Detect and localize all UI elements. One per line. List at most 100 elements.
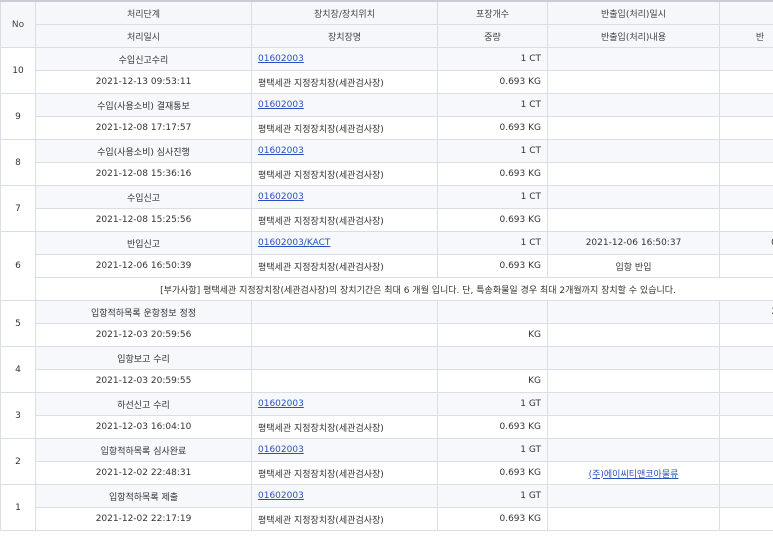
row-number: 5 xyxy=(0,300,36,347)
warehouse-code-link[interactable]: 01602003 xyxy=(258,192,304,202)
table-row: 2021-12-02 22:17:19 평택세관 지정장치장(세관검사장) 0.69… xyxy=(1,507,773,531)
note-row: [부가사항] 평택세관 지정장치장(세관검사장)의 장치기간은 최대 6 개월 … xyxy=(1,277,773,301)
weight: 0.693 KG xyxy=(437,254,548,278)
package-count: 1 GT xyxy=(437,484,548,508)
table-body: 10수입신고수리016020031 CT422021-12-13 09:53:1… xyxy=(0,47,773,531)
inout-time xyxy=(547,438,720,462)
process-stage: 수입(사용소비) 결재통보 xyxy=(35,93,252,117)
warehouse-code-cell: 01602003 xyxy=(251,139,438,163)
inout-desc-cell xyxy=(547,208,720,232)
inout-time xyxy=(547,484,720,508)
table-row: 2021-12-02 22:48:31 평택세관 지정장치장(세관검사장) 0.69… xyxy=(1,461,773,485)
table-row: 7수입신고 01602003 1 CT 42 xyxy=(0,185,773,232)
inout-desc-cell: (주)에이씨티앤코아물류 xyxy=(547,461,720,485)
row-number: 2 xyxy=(0,438,36,485)
warehouse-code-link[interactable]: 01602003/KACT xyxy=(258,238,330,248)
inout-desc-cell: 입항 반입 xyxy=(547,254,720,278)
table-row: 3하선신고 수리 01602003 1 GT 2 xyxy=(0,392,773,439)
row-number: 9 xyxy=(0,93,36,140)
header-warehouse-name: 장치장명 xyxy=(251,24,438,48)
process-datetime: 2021-12-08 15:36:16 xyxy=(35,162,252,186)
process-datetime: 2021-12-03 20:59:56 xyxy=(35,323,252,347)
table-row: 8수입(사용소비) 심사진행 01602003 1 CT 42 xyxy=(0,139,773,186)
header-warehouse-location: 장치장/장치위치 xyxy=(251,0,438,25)
inout-desc-cell xyxy=(547,507,720,531)
process-datetime: 2021-12-03 20:59:55 xyxy=(35,369,252,393)
inout-time xyxy=(547,185,720,209)
warehouse-code-cell xyxy=(251,300,438,324)
extra-cell: 42 xyxy=(719,185,773,209)
header-package-count: 포장개수 xyxy=(437,0,548,25)
inout-time xyxy=(547,300,720,324)
extra-cell xyxy=(719,484,773,508)
package-count xyxy=(437,346,548,370)
extra2-cell xyxy=(719,369,773,393)
table-row: 2021-12-08 17:17:57 평택세관 지정장치장(세관검사장) 0.69… xyxy=(1,116,773,140)
package-count: 1 CT xyxy=(437,185,548,209)
process-stage: 입항적하목록 제출 xyxy=(35,484,252,508)
extra2-cell xyxy=(719,323,773,347)
warehouse-code-link[interactable]: 01602003 xyxy=(258,54,304,64)
warehouse-code-link[interactable]: 01602003 xyxy=(258,146,304,156)
row-number: 3 xyxy=(0,392,36,439)
package-count: 1 CT xyxy=(437,47,548,71)
extra-cell: 0160 xyxy=(719,231,773,255)
inout-desc-cell xyxy=(547,323,720,347)
inout-time: 2021-12-06 16:50:37 xyxy=(547,231,720,255)
weight: 0.693 KG xyxy=(437,116,548,140)
inout-time xyxy=(547,47,720,71)
extra-cell: 42 xyxy=(719,139,773,163)
package-count: 1 CT xyxy=(437,93,548,117)
table-header: No 처리단계 장치장/장치위치 포장개수 반출입(처리)일시 처리일시 장치장… xyxy=(0,0,773,48)
extra2-cell xyxy=(719,116,773,140)
row-number: 7 xyxy=(0,185,36,232)
warehouse-code-cell: 01602003/KACT xyxy=(251,231,438,255)
table-row: 10수입신고수리 01602003 1 CT 42 xyxy=(0,47,773,94)
weight: 0.693 KG xyxy=(437,461,548,485)
row-number: 6 xyxy=(0,231,36,301)
warehouse-code-cell: 01602003 xyxy=(251,93,438,117)
weight: 0.693 KG xyxy=(437,415,548,439)
weight: 0.693 KG xyxy=(437,162,548,186)
warehouse-code-link[interactable]: 01602003 xyxy=(258,445,304,455)
warehouse-code-link[interactable]: 01602003 xyxy=(258,491,304,501)
extra2-cell xyxy=(719,415,773,439)
cargo-progress-table: No 처리단계 장치장/장치위치 포장개수 반출입(처리)일시 처리일시 장치장… xyxy=(0,0,773,531)
table-row: 1 입항적하목록 제출 01602003 1 GT xyxy=(0,484,773,531)
table-row: 2021-12-08 15:25:56 평택세관 지정장치장(세관검사장) 0.69… xyxy=(1,208,773,232)
inout-desc-cell xyxy=(547,415,720,439)
process-stage: 하선신고 수리 xyxy=(35,392,252,416)
warehouse-code-link[interactable]: 01602003 xyxy=(258,100,304,110)
warehouse-name: 평택세관 지정장치장(세관검사장) xyxy=(251,507,438,531)
table-row: 2 입항적하목록 심사완료 01602003 1 GT xyxy=(0,438,773,485)
inout-desc-cell xyxy=(547,70,720,94)
table-row: 2021-12-03 20:59:55 KG xyxy=(1,369,773,393)
row-number: 8 xyxy=(0,139,36,186)
process-stage: 입항적하목록 심사완료 xyxy=(35,438,252,462)
header-inout-time: 반출입(처리)일시 xyxy=(547,0,720,25)
package-count: 1 GT xyxy=(437,392,548,416)
table-row: 4 입항보고 수리 xyxy=(0,346,773,393)
inout-desc-cell xyxy=(547,162,720,186)
table-row: 5입항적하목록 운항정보 정정 21YT xyxy=(0,300,773,347)
warehouse-code-cell: 01602003 xyxy=(251,47,438,71)
warehouse-code-cell: 01602003 xyxy=(251,438,438,462)
process-stage: 수입신고 xyxy=(35,185,252,209)
table-row: 2021-12-06 16:50:39 평택세관 지정장치장(세관검사장) 0.69… xyxy=(1,254,773,278)
weight: 0.693 KG xyxy=(437,507,548,531)
extra2-cell xyxy=(719,254,773,278)
extra-cell xyxy=(719,346,773,370)
process-stage: 수입신고수리 xyxy=(35,47,252,71)
warehouse-code-link[interactable]: 01602003 xyxy=(258,399,304,409)
package-count: 1 CT xyxy=(437,139,548,163)
warehouse-code-cell: 01602003 xyxy=(251,484,438,508)
company-link[interactable]: (주)에이씨티앤코아물류 xyxy=(589,470,679,480)
header-extra2: 반 xyxy=(719,24,773,48)
warehouse-name: 평택세관 지정장치장(세관검사장) xyxy=(251,162,438,186)
process-stage: 수입(사용소비) 심사진행 xyxy=(35,139,252,163)
extra2-cell: 관 xyxy=(719,208,773,232)
package-count: 1 GT xyxy=(437,438,548,462)
inout-desc-cell xyxy=(547,116,720,140)
table-row: 2021-12-03 20:59:56 KG xyxy=(1,323,773,347)
row-number: 1 xyxy=(0,484,36,531)
